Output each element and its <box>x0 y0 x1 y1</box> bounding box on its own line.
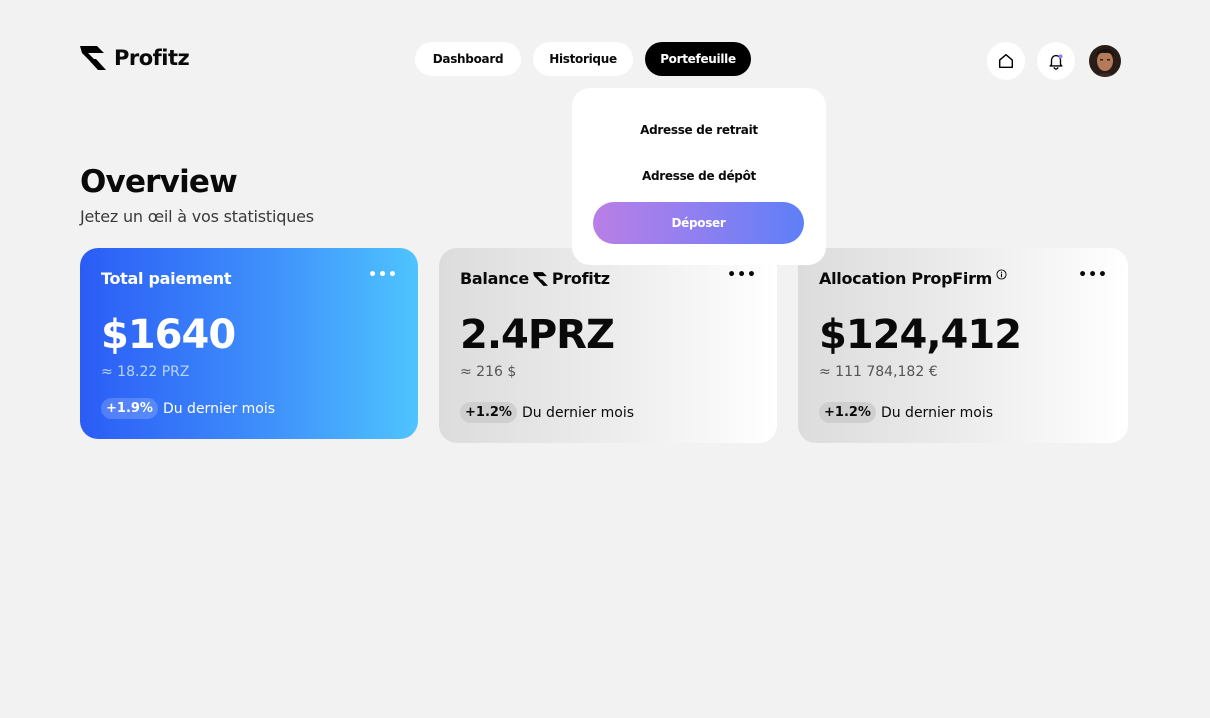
brand-logo[interactable]: Profitz <box>80 46 190 70</box>
menu-item-adresse-retrait[interactable]: Adresse de retrait <box>572 123 826 137</box>
card-title-text: Allocation PropFirm <box>819 269 993 288</box>
change-badge: +1.2% <box>819 402 876 423</box>
card-conversion: ≈ 216 $ <box>460 364 517 380</box>
card-title-prefix: Balance <box>460 269 529 288</box>
change-badge: +1.2% <box>460 402 517 423</box>
notifications-button[interactable] <box>1037 42 1075 80</box>
card-conversion: ≈ 18.22 PRZ <box>101 364 190 380</box>
change-period: Du dernier mois <box>521 404 635 421</box>
card-amount: $124,412 <box>819 312 1022 358</box>
nav-dashboard[interactable]: Dashboard <box>415 42 521 76</box>
card-amount: 2.4PRZ <box>460 312 615 358</box>
portefeuille-dropdown: Adresse de retrait Adresse de dépôt Dépo… <box>572 88 826 265</box>
nav-portefeuille[interactable]: Portefeuille <box>645 42 751 76</box>
card-title: Balance Profitz <box>460 269 610 288</box>
profitz-logo-icon <box>80 46 106 70</box>
home-button[interactable] <box>987 42 1025 80</box>
more-dots-icon[interactable]: ••• <box>1078 267 1108 283</box>
card-conversion: ≈ 111 784,182 € <box>819 364 938 380</box>
bell-icon <box>1049 54 1063 70</box>
home-icon <box>998 53 1014 69</box>
page-title: Overview <box>80 164 238 200</box>
card-balance-profitz[interactable]: Balance Profitz ••• 2.4PRZ ≈ 216 $ +1.2%… <box>439 248 777 443</box>
change-period: Du dernier mois <box>880 404 994 421</box>
more-dots-icon[interactable]: ••• <box>368 267 398 283</box>
card-amount: $1640 <box>101 312 236 358</box>
card-title: Total paiement <box>101 269 232 288</box>
nav-historique[interactable]: Historique <box>533 42 633 76</box>
card-title: Allocation PropFirm <box>819 269 1007 288</box>
brand-name: Profitz <box>114 46 190 70</box>
change-badge: +1.9% <box>101 398 158 419</box>
card-total-paiement[interactable]: Total paiement ••• $1640 ≈ 18.22 PRZ +1.… <box>80 248 418 439</box>
avatar-image <box>1089 45 1121 77</box>
change-period: Du dernier mois <box>162 400 276 417</box>
deposit-button[interactable]: Déposer <box>593 202 804 244</box>
card-title-brand: Profitz <box>551 269 610 288</box>
info-icon[interactable] <box>996 269 1007 280</box>
avatar[interactable] <box>1089 45 1121 77</box>
card-allocation-propfirm[interactable]: Allocation PropFirm ••• $124,412 ≈ 111 7… <box>798 248 1128 443</box>
header-actions <box>987 42 1121 80</box>
page-subtitle: Jetez un œil à vos statistiques <box>80 207 314 226</box>
profitz-logo-icon <box>532 271 548 286</box>
card-change-row: +1.2% Du dernier mois <box>460 402 634 423</box>
card-change-row: +1.2% Du dernier mois <box>819 402 993 423</box>
more-dots-icon[interactable]: ••• <box>727 267 757 283</box>
menu-item-adresse-depot[interactable]: Adresse de dépôt <box>572 169 826 183</box>
main-nav: Dashboard Historique Portefeuille <box>415 42 751 76</box>
card-change-row: +1.9% Du dernier mois <box>101 398 275 419</box>
